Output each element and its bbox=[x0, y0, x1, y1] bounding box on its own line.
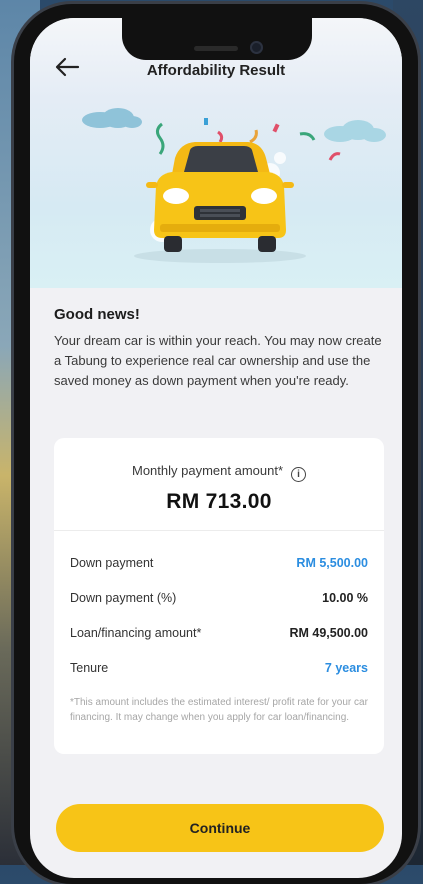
info-icon[interactable]: i bbox=[291, 467, 307, 482]
table-row: Down payment (%) 10.00 % bbox=[70, 580, 368, 615]
down-payment-percent-label: Down payment (%) bbox=[70, 590, 177, 605]
down-payment-percent-value: 10.00 % bbox=[322, 590, 368, 605]
loan-amount-label: Loan/financing amount* bbox=[70, 625, 202, 640]
phone-frame: Affordability Result Good news! Your dre… bbox=[14, 4, 418, 884]
car-illustration-icon bbox=[134, 142, 306, 263]
headline: Good news! bbox=[54, 306, 140, 323]
down-payment-label: Down payment bbox=[70, 555, 154, 570]
continue-button[interactable]: Continue bbox=[56, 804, 384, 852]
back-arrow-icon[interactable] bbox=[54, 56, 80, 78]
loan-amount-value: RM 49,500.00 bbox=[289, 625, 368, 640]
tenure-label: Tenure bbox=[70, 660, 109, 675]
summary-rows: Down payment RM 5,500.00 Down payment (%… bbox=[54, 531, 384, 685]
tenure-value[interactable]: 7 years bbox=[325, 661, 368, 675]
down-payment-value[interactable]: RM 5,500.00 bbox=[296, 556, 368, 570]
app-screen: Affordability Result Good news! Your dre… bbox=[30, 18, 402, 878]
page-title: Affordability Result bbox=[146, 62, 286, 79]
monthly-payment-section: Monthly payment amount* i RM 713.00 bbox=[54, 438, 384, 531]
speaker-grille bbox=[194, 46, 238, 51]
monthly-payment-label: Monthly payment amount* i bbox=[54, 438, 384, 482]
monthly-payment-value: RM 713.00 bbox=[166, 490, 272, 513]
phone-notch bbox=[122, 18, 312, 60]
message-section: Good news! Your dream car is within your… bbox=[54, 306, 382, 391]
description: Your dream car is within your reach. You… bbox=[54, 333, 382, 388]
table-row: Tenure 7 years bbox=[70, 650, 368, 685]
monthly-payment-label-text: Monthly payment amount* bbox=[131, 463, 284, 478]
payment-summary-card: Monthly payment amount* i RM 713.00 Down … bbox=[54, 438, 384, 754]
front-camera bbox=[250, 41, 263, 54]
footnote: *This amount includes the estimated inte… bbox=[70, 697, 368, 723]
table-row: Down payment RM 5,500.00 bbox=[70, 545, 368, 580]
table-row: Loan/financing amount* RM 49,500.00 bbox=[70, 615, 368, 650]
